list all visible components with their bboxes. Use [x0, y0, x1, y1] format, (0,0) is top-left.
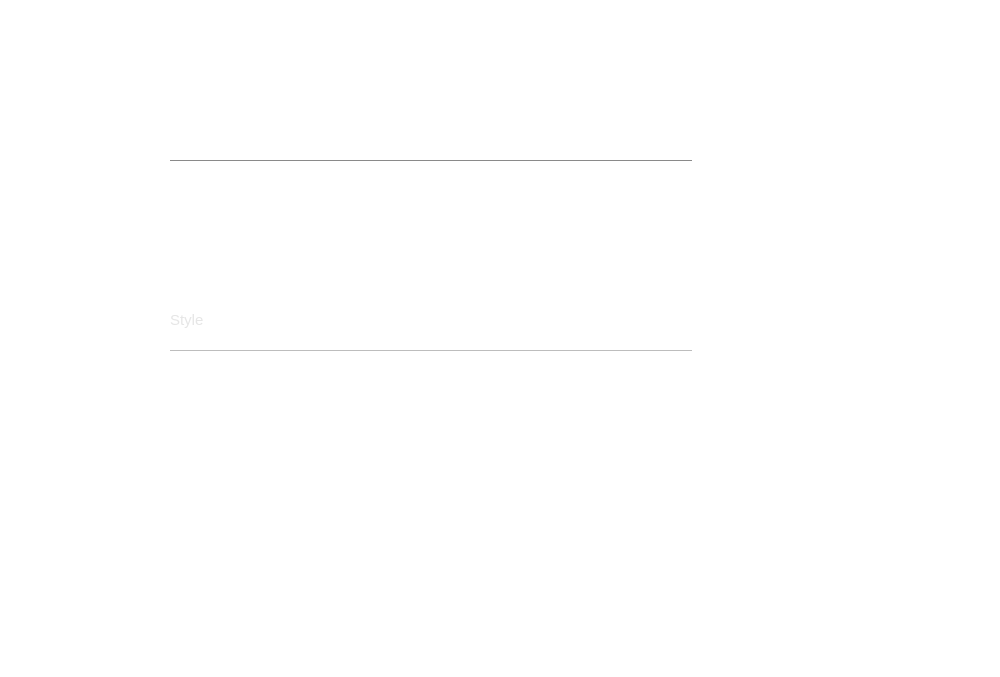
- bottom-divider: [170, 350, 692, 351]
- style-field-label: Style: [170, 312, 204, 329]
- page-canvas: Style: [0, 0, 1000, 677]
- top-divider: [170, 160, 692, 161]
